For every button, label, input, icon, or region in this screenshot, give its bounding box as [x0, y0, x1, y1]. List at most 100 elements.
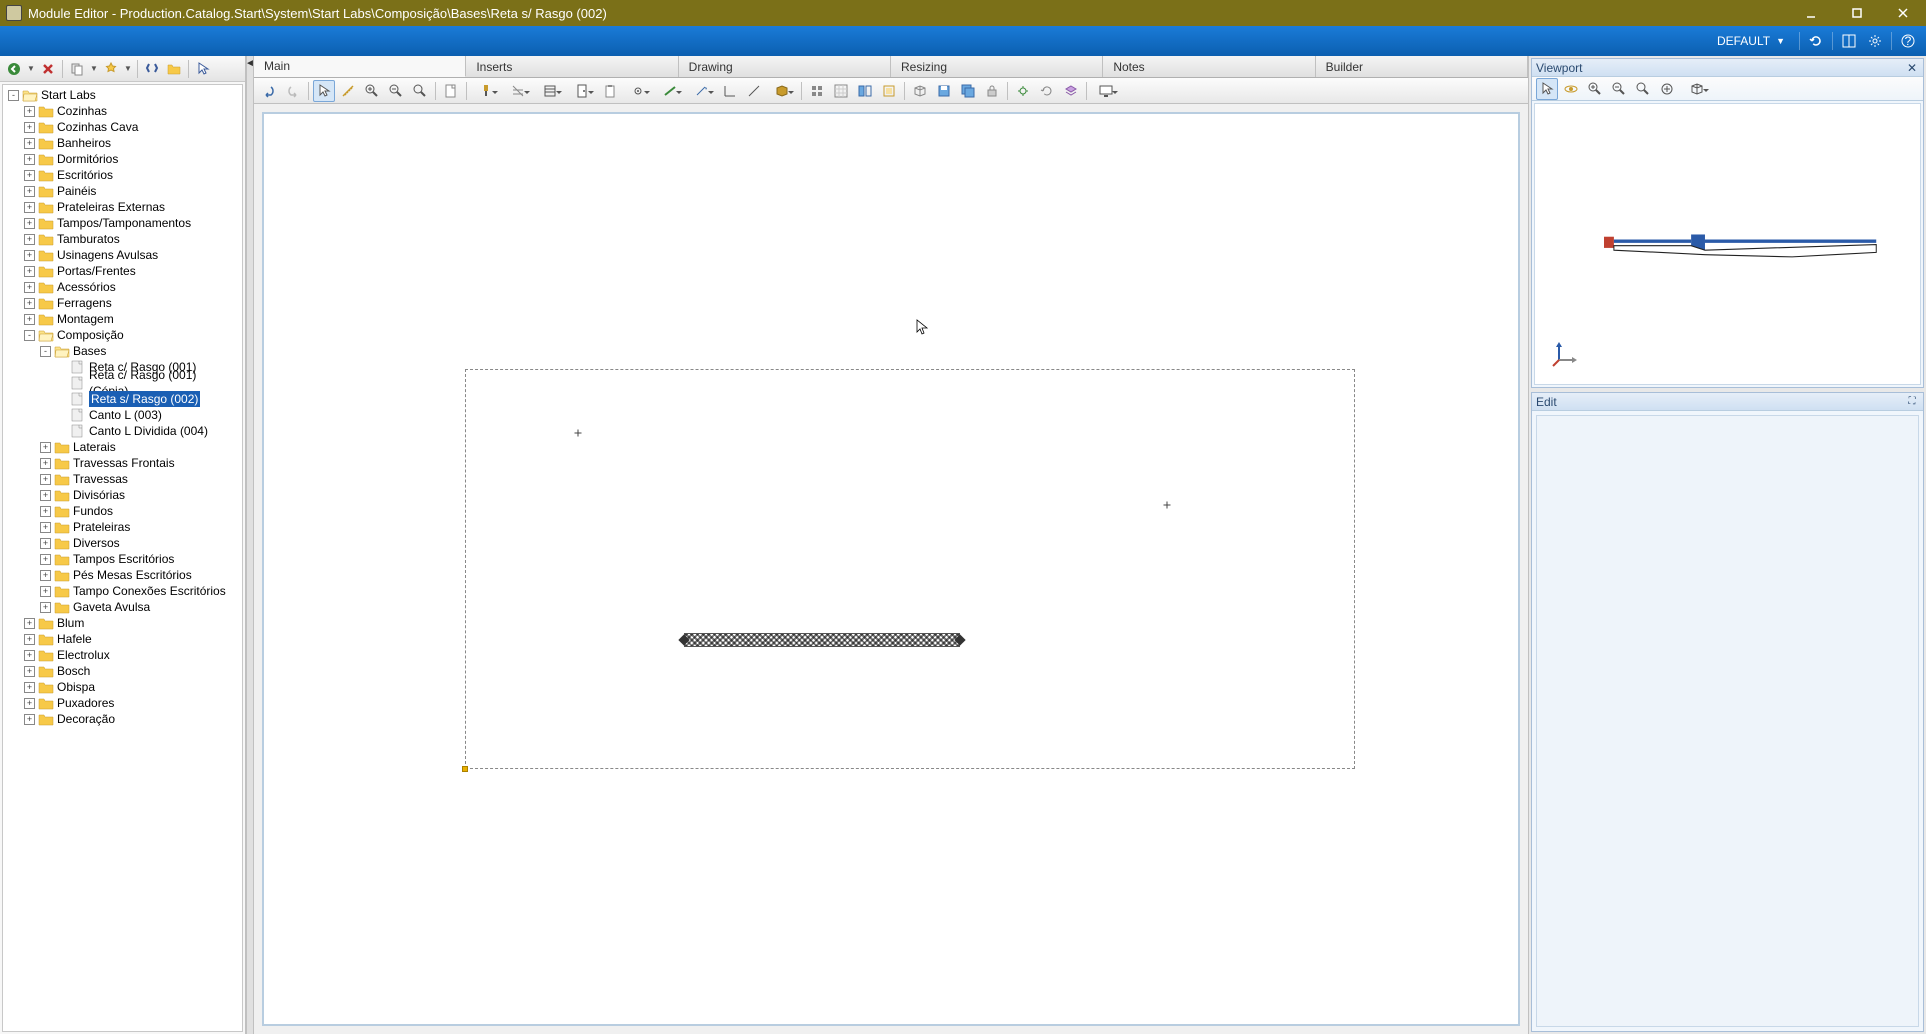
tree-node[interactable]: +Painéis — [3, 183, 242, 199]
measure-tool[interactable] — [337, 80, 359, 102]
expand-toggle[interactable]: + — [40, 586, 51, 597]
save-all-button[interactable] — [957, 80, 979, 102]
door-tool[interactable] — [567, 80, 597, 102]
box3d-tool[interactable] — [909, 80, 931, 102]
viewport-canvas[interactable] — [1534, 103, 1921, 385]
layers-button[interactable] — [1060, 80, 1082, 102]
vp-pan[interactable] — [1656, 78, 1678, 100]
viewport-header[interactable]: Viewport ✕ — [1532, 59, 1923, 77]
help-icon[interactable]: ? — [1898, 31, 1918, 51]
vp-zoom-in[interactable] — [1584, 78, 1606, 100]
maximize-button[interactable] — [1834, 0, 1880, 26]
lock-button[interactable] — [981, 80, 1003, 102]
tree-node[interactable]: +Tamburatos — [3, 231, 242, 247]
tree-node[interactable]: +Divisórias — [3, 487, 242, 503]
gear-calc-button[interactable] — [1012, 80, 1034, 102]
tab-resizing[interactable]: Resizing — [891, 56, 1103, 77]
arrow-tool[interactable] — [687, 80, 717, 102]
expand-toggle[interactable]: + — [40, 570, 51, 581]
back-button[interactable] — [4, 59, 24, 79]
tab-main[interactable]: Main — [254, 56, 466, 77]
expand-toggle[interactable]: + — [24, 698, 35, 709]
tree-node[interactable]: +Cozinhas Cava — [3, 119, 242, 135]
expand-toggle[interactable]: + — [24, 298, 35, 309]
vp-zoom-fit[interactable] — [1632, 78, 1654, 100]
tree-node[interactable]: +Electrolux — [3, 647, 242, 663]
zoom-out-button[interactable] — [385, 80, 407, 102]
tree-node[interactable]: +Banheiros — [3, 135, 242, 151]
expand-toggle[interactable]: + — [24, 682, 35, 693]
expand-toggle[interactable]: + — [40, 442, 51, 453]
layout-preset-dropdown[interactable]: DEFAULT ▼ — [1709, 31, 1793, 51]
expand-toggle[interactable]: + — [40, 490, 51, 501]
redo-button[interactable] — [282, 80, 304, 102]
expand-toggle[interactable]: + — [24, 650, 35, 661]
tree-node[interactable]: +Prateleiras Externas — [3, 199, 242, 215]
tree-node[interactable]: -Composição — [3, 327, 242, 343]
tree-node[interactable]: Canto L (003) — [3, 407, 242, 423]
mirror-tool[interactable] — [854, 80, 876, 102]
tree-node[interactable]: +Tampo Conexões Escritórios — [3, 583, 242, 599]
expand-toggle[interactable]: - — [8, 90, 19, 101]
expand-toggle[interactable]: + — [40, 554, 51, 565]
expand-toggle[interactable]: + — [24, 714, 35, 725]
zoom-fit-button[interactable] — [409, 80, 431, 102]
back-dropdown[interactable]: ▼ — [26, 59, 36, 79]
tree-node[interactable]: +Travessas — [3, 471, 242, 487]
tree-node[interactable]: Reta c/ Rasgo (001) (Cópia) — [3, 375, 242, 391]
tab-drawing[interactable]: Drawing — [679, 56, 891, 77]
tree-node[interactable]: +Acessórios — [3, 279, 242, 295]
tree-node[interactable]: +Fundos — [3, 503, 242, 519]
tree-node[interactable]: +Pés Mesas Escritórios — [3, 567, 242, 583]
vp-view-cube[interactable] — [1682, 78, 1712, 100]
grid-tool[interactable] — [806, 80, 828, 102]
expand-toggle[interactable]: + — [24, 170, 35, 181]
tree-node[interactable]: +Tampos/Tamponamentos — [3, 215, 242, 231]
box-tool[interactable] — [767, 80, 797, 102]
tree-node[interactable]: Canto L Dividida (004) — [3, 423, 242, 439]
tree-node[interactable]: +Prateleiras — [3, 519, 242, 535]
minimize-button[interactable] — [1788, 0, 1834, 26]
expand-toggle[interactable]: + — [24, 138, 35, 149]
expand-panel-icon[interactable]: ⛶ — [1905, 395, 1919, 409]
edit-header[interactable]: Edit ⛶ — [1532, 393, 1923, 411]
tree-view[interactable]: -Start Labs +Cozinhas +Cozinhas Cava +Ba… — [2, 84, 243, 1032]
clipboard-tool[interactable] — [599, 80, 621, 102]
expand-toggle[interactable]: + — [40, 522, 51, 533]
settings-icon[interactable] — [1865, 31, 1885, 51]
tree-node[interactable]: +Travessas Frontais — [3, 455, 242, 471]
expand-toggle[interactable]: + — [24, 202, 35, 213]
tree-node[interactable]: +Blum — [3, 615, 242, 631]
pointer-tool[interactable] — [313, 80, 335, 102]
tree-node[interactable]: +Decoração — [3, 711, 242, 727]
refresh-button[interactable] — [1036, 80, 1058, 102]
vp-pointer[interactable] — [1536, 78, 1558, 100]
find-button[interactable] — [142, 59, 162, 79]
expand-toggle[interactable]: + — [24, 666, 35, 677]
new-item-button[interactable] — [101, 59, 121, 79]
tree-node[interactable]: +Laterais — [3, 439, 242, 455]
refresh-icon[interactable] — [1806, 31, 1826, 51]
array-tool[interactable] — [878, 80, 900, 102]
drawing-canvas[interactable] — [262, 112, 1520, 1026]
open-folder-button[interactable] — [164, 59, 184, 79]
tab-notes[interactable]: Notes — [1103, 56, 1315, 77]
tree-node[interactable]: +Escritórios — [3, 167, 242, 183]
angle-tool[interactable] — [719, 80, 741, 102]
tab-inserts[interactable]: Inserts — [466, 56, 678, 77]
drill-tool[interactable] — [471, 80, 501, 102]
edge-tool[interactable] — [743, 80, 765, 102]
tree-node[interactable]: +Tampos Escritórios — [3, 551, 242, 567]
expand-toggle[interactable]: + — [24, 618, 35, 629]
collapse-handle[interactable]: ◄ — [246, 56, 254, 1034]
expand-toggle[interactable]: - — [24, 330, 35, 341]
expand-toggle[interactable]: + — [40, 538, 51, 549]
hardware-tool[interactable] — [623, 80, 653, 102]
expand-toggle[interactable]: - — [40, 346, 51, 357]
tree-node[interactable]: +Gaveta Avulsa — [3, 599, 242, 615]
tree-node[interactable]: +Ferragens — [3, 295, 242, 311]
expand-toggle[interactable]: + — [24, 634, 35, 645]
delete-button[interactable] — [38, 59, 58, 79]
layout-panels-icon[interactable] — [1839, 31, 1859, 51]
vp-zoom-out[interactable] — [1608, 78, 1630, 100]
